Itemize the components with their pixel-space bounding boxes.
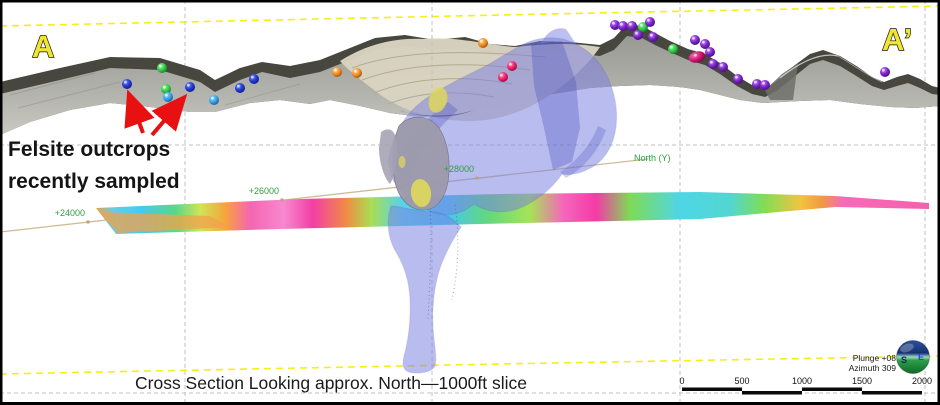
collar-highlight	[647, 19, 650, 22]
section-end-label: A’	[882, 22, 913, 57]
viewport-3d[interactable]: +24000 +26000 +28000 North (Y) Felsite out…	[0, 0, 940, 405]
collar-highlight	[735, 76, 738, 79]
scale-bar-segment	[862, 391, 922, 395]
collar-highlight	[509, 63, 512, 66]
axis-tick-label: +28000	[444, 164, 474, 174]
axis-tick-mark	[87, 221, 90, 224]
section-start-label: A	[32, 29, 55, 64]
collar-point-purple[interactable]	[880, 67, 890, 77]
axis-tick-mark	[476, 177, 479, 180]
axis-tick-mark	[281, 199, 284, 202]
collar-point-purple[interactable]	[708, 59, 718, 69]
annotation-line1: Felsite outcrops	[8, 138, 170, 161]
collar-point-purple[interactable]	[718, 62, 728, 72]
collar-highlight	[635, 32, 638, 35]
collar-highlight	[692, 37, 695, 40]
collar-highlight	[159, 65, 162, 68]
collar-highlight	[251, 76, 254, 79]
collar-point-purple[interactable]	[645, 17, 655, 27]
scale-bar-number: 1000	[792, 376, 812, 386]
collar-highlight	[720, 64, 723, 67]
collar-highlight	[707, 49, 710, 52]
collar-highlight	[710, 61, 713, 64]
scale-bar-segment	[742, 391, 802, 395]
scale-bar-number: 2000	[912, 376, 932, 386]
collar-point-pink[interactable]	[507, 61, 517, 71]
collar-highlight	[702, 41, 705, 44]
collar-highlight	[882, 69, 885, 72]
collar-point-pink[interactable]	[498, 72, 508, 82]
collar-point-purple[interactable]	[705, 47, 715, 57]
collar-point-purple[interactable]	[627, 21, 637, 31]
collar-highlight	[694, 54, 697, 57]
collar-highlight	[124, 81, 127, 84]
collar-point-green[interactable]	[668, 44, 678, 54]
axis-tick-label: +26000	[249, 186, 279, 196]
azimuth-label: Azimuth 309	[849, 363, 897, 373]
collar-highlight	[650, 34, 653, 37]
cross-section-scene[interactable]: +24000 +26000 +28000 North (Y) Felsite out…	[0, 0, 940, 405]
annotation-line2: recently sampled	[8, 170, 180, 193]
compass-south-label: S	[901, 355, 907, 365]
collar-point-orange[interactable]	[478, 38, 488, 48]
collar-highlight	[629, 23, 632, 26]
collar-point-blue[interactable]	[249, 74, 259, 84]
axis-tick-label: +24000	[55, 208, 85, 218]
compass-globe[interactable]: S E	[897, 341, 930, 374]
collar-point-purple[interactable]	[733, 74, 743, 84]
collar-point-purple[interactable]	[648, 32, 658, 42]
axis-name-label: North (Y)	[634, 153, 671, 163]
collar-highlight	[620, 23, 623, 26]
collar-highlight	[187, 84, 190, 87]
yellow-patch-small	[399, 156, 406, 168]
collar-highlight	[334, 69, 337, 72]
caption-text: Cross Section Looking approx. North—1000…	[135, 373, 527, 393]
collar-highlight	[211, 97, 214, 100]
scale-bar-number: 1500	[852, 376, 872, 386]
collar-highlight	[354, 70, 357, 73]
collar-point-purple[interactable]	[618, 21, 628, 31]
collar-point-orange[interactable]	[332, 67, 342, 77]
collar-point-purple[interactable]	[690, 35, 700, 45]
collar-highlight	[480, 40, 483, 43]
collar-highlight	[754, 81, 757, 84]
collar-point-cyan[interactable]	[163, 92, 173, 102]
collar-highlight	[165, 94, 168, 97]
scale-bar-segment	[802, 388, 862, 392]
view-orientation: Plunge +08 Azimuth 309	[849, 353, 897, 373]
scale-bar-number: 500	[734, 376, 749, 386]
scale-bar-segment	[682, 388, 742, 392]
plunge-label: Plunge +08	[853, 353, 897, 363]
collar-point-cyan[interactable]	[209, 95, 219, 105]
scale-bar-number: 0	[679, 376, 684, 386]
collar-point-orange[interactable]	[352, 68, 362, 78]
collar-point-green[interactable]	[157, 63, 167, 73]
collar-highlight	[612, 22, 615, 25]
collar-highlight	[500, 74, 503, 77]
collar-highlight	[237, 85, 240, 88]
compass-east-label: E	[918, 352, 924, 362]
collar-highlight	[640, 24, 643, 27]
collar-highlight	[762, 82, 765, 85]
collar-point-blue[interactable]	[122, 79, 132, 89]
collar-point-purple[interactable]	[760, 80, 770, 90]
collar-highlight	[670, 46, 673, 49]
collar-point-blue[interactable]	[235, 83, 245, 93]
collar-point-blue[interactable]	[185, 82, 195, 92]
collar-point-purple[interactable]	[633, 30, 643, 40]
collar-highlight	[163, 86, 166, 89]
